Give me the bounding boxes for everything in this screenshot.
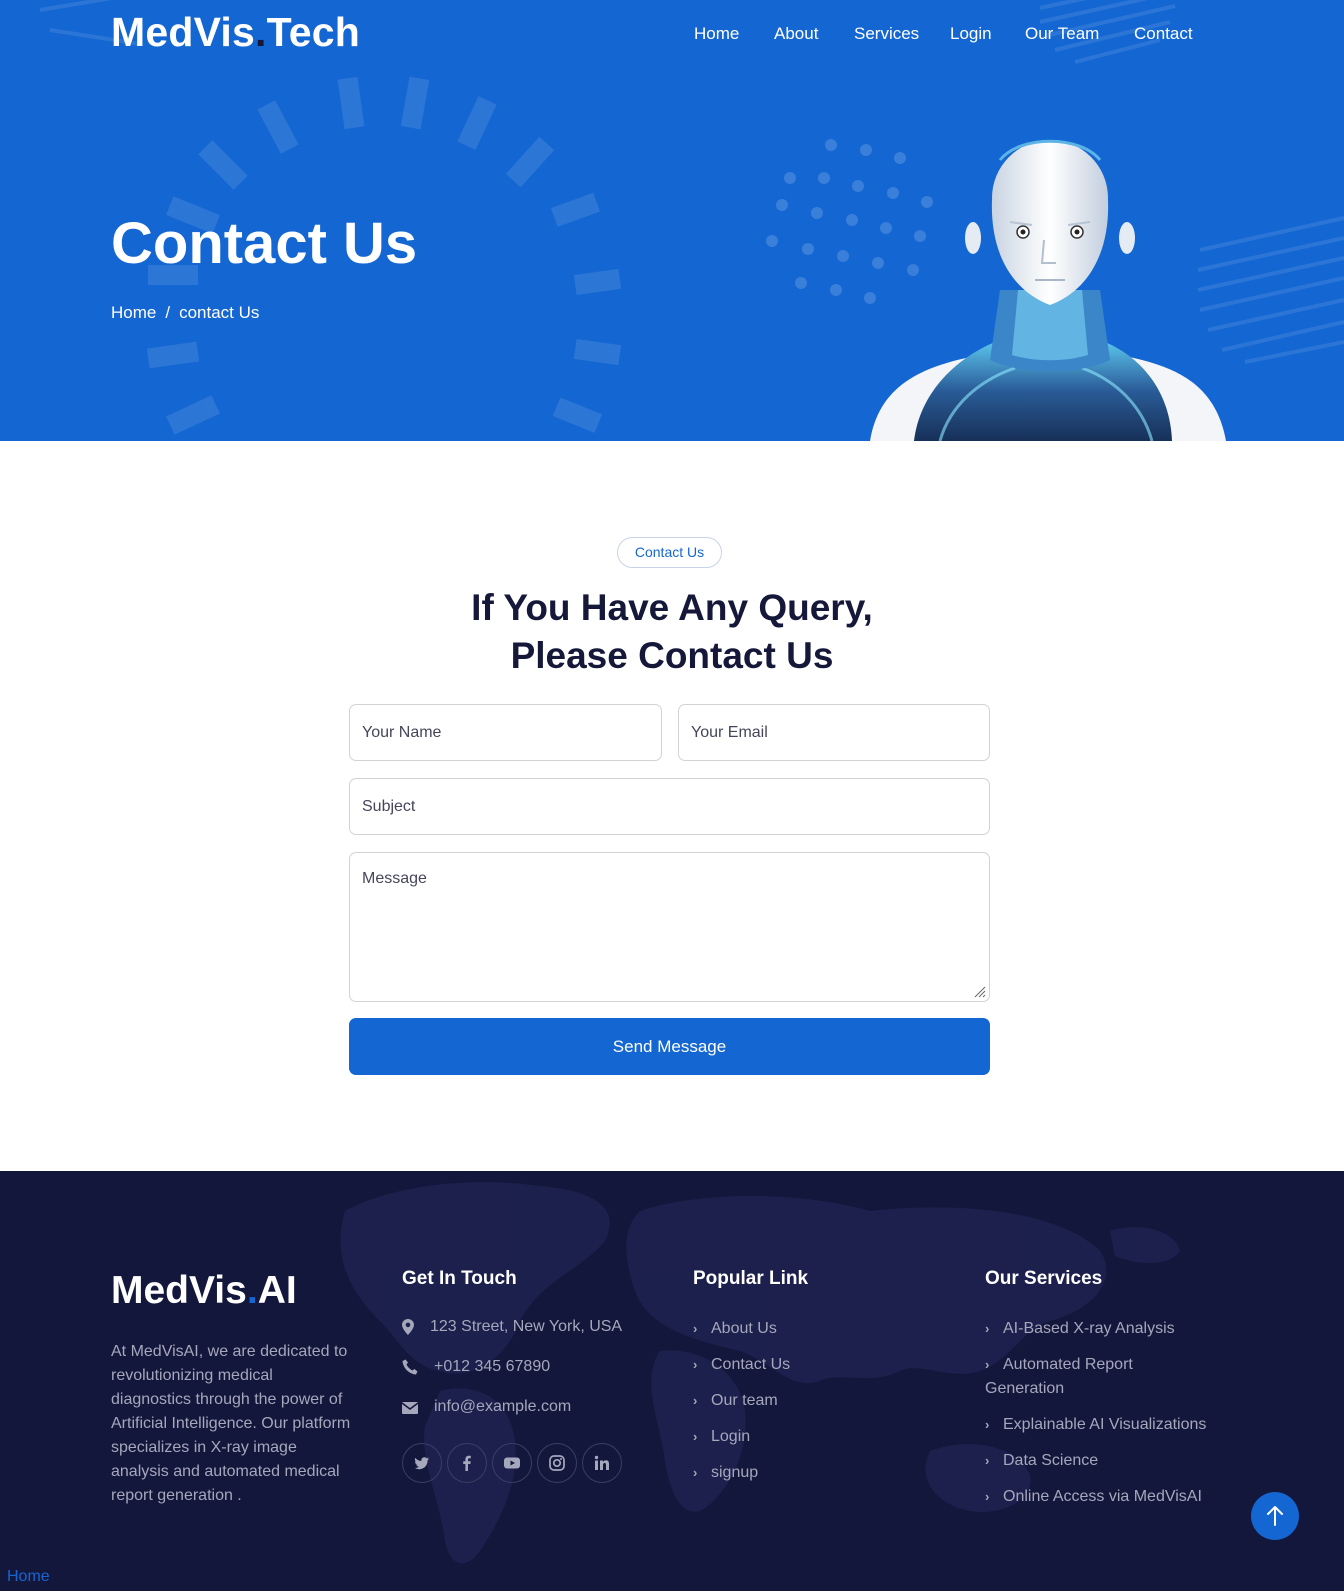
nav-about[interactable]: About — [774, 24, 818, 44]
instagram-icon — [549, 1455, 565, 1471]
footer-address: 123 Street, New York, USA — [402, 1318, 622, 1336]
resize-handle-icon[interactable] — [974, 986, 986, 998]
facebook-icon — [463, 1455, 471, 1471]
nav-contact[interactable]: Contact — [1134, 24, 1193, 44]
subject-field[interactable]: Subject — [349, 778, 990, 835]
footer-link-about-us[interactable]: › About Us — [693, 1317, 777, 1341]
chevron-right-icon: › — [693, 1465, 698, 1480]
breadcrumb-home[interactable]: Home — [111, 303, 156, 323]
nav-home[interactable]: Home — [694, 24, 739, 44]
footer-service-xray-analysis[interactable]: › AI-Based X-ray Analysis — [985, 1317, 1225, 1341]
footer-link-signup[interactable]: › signup — [693, 1461, 758, 1485]
linkedin-icon — [594, 1455, 609, 1470]
page-title: Contact Us — [111, 211, 418, 276]
footer-service-data-science[interactable]: › Data Science — [985, 1449, 1225, 1473]
robot-image — [870, 139, 1226, 441]
instagram-button[interactable] — [537, 1443, 577, 1483]
footer-email: info@example.com — [402, 1398, 571, 1416]
main-nav: Home About Services Login Our Team Conta… — [0, 24, 1344, 48]
our-services-heading: Our Services — [985, 1268, 1103, 1289]
nav-services[interactable]: Services — [854, 24, 919, 44]
arrow-up-icon — [1267, 1506, 1283, 1526]
footer-service-online-access[interactable]: › Online Access via MedVisAI — [985, 1485, 1235, 1509]
phone-icon — [402, 1359, 418, 1375]
breadcrumb: Home / contact Us — [111, 303, 259, 323]
chevron-right-icon: › — [985, 1357, 990, 1372]
nav-login[interactable]: Login — [950, 24, 992, 44]
footer-service-report-generation[interactable]: › Automated Report Generation — [985, 1353, 1175, 1401]
youtube-button[interactable] — [492, 1443, 532, 1483]
footer-link-contact-us[interactable]: › Contact Us — [693, 1353, 790, 1377]
twitter-button[interactable] — [402, 1443, 442, 1483]
back-to-top-button[interactable] — [1251, 1492, 1299, 1540]
section-title: If You Have Any Query, Please Contact Us — [372, 584, 972, 680]
chevron-right-icon: › — [985, 1417, 990, 1432]
nav-our-team[interactable]: Our Team — [1025, 24, 1099, 44]
chevron-right-icon: › — [693, 1393, 698, 1408]
twitter-icon — [414, 1457, 429, 1470]
section-title-line-1: If You Have Any Query, — [471, 587, 873, 628]
get-in-touch-heading: Get In Touch — [402, 1268, 517, 1289]
breadcrumb-separator: / — [165, 303, 171, 322]
chevron-right-icon: › — [985, 1489, 990, 1504]
footer-service-explainable-ai[interactable]: › Explainable AI Visualizations — [985, 1413, 1235, 1437]
chevron-right-icon: › — [985, 1453, 990, 1468]
section-title-line-2: Please Contact Us — [510, 635, 834, 676]
message-placeholder: Message — [362, 870, 427, 887]
facebook-button[interactable] — [447, 1443, 487, 1483]
chevron-right-icon: › — [693, 1429, 698, 1444]
map-marker-icon — [402, 1319, 414, 1335]
chevron-right-icon: › — [693, 1357, 698, 1372]
bottom-home-link[interactable]: Home — [7, 1568, 50, 1586]
hero-banner: MedVis.Tech Home About Services Login Ou… — [0, 0, 1344, 441]
footer-phone: +012 345 67890 — [402, 1358, 550, 1376]
chevron-right-icon: › — [693, 1321, 698, 1336]
envelope-icon — [402, 1402, 418, 1414]
send-message-button[interactable]: Send Message — [349, 1018, 990, 1075]
footer-link-our-team[interactable]: › Our team — [693, 1389, 778, 1413]
popular-link-heading: Popular Link — [693, 1268, 809, 1289]
footer-about-text: At MedVisAI, we are dedicated to revolut… — [111, 1343, 351, 1504]
youtube-icon — [504, 1457, 520, 1469]
chevron-right-icon: › — [985, 1321, 990, 1336]
footer-link-login[interactable]: › Login — [693, 1425, 750, 1449]
breadcrumb-current: contact Us — [179, 303, 260, 322]
linkedin-button[interactable] — [582, 1443, 622, 1483]
email-field[interactable]: Your Email — [678, 704, 990, 761]
name-field[interactable]: Your Name — [349, 704, 662, 761]
footer: MedVis.AI At MedVisAI, we are dedicated … — [0, 1171, 1344, 1591]
section-badge: Contact Us — [617, 537, 722, 568]
message-field[interactable]: Message — [349, 852, 990, 1002]
footer-brand-logo[interactable]: MedVis.AI — [111, 1269, 297, 1313]
